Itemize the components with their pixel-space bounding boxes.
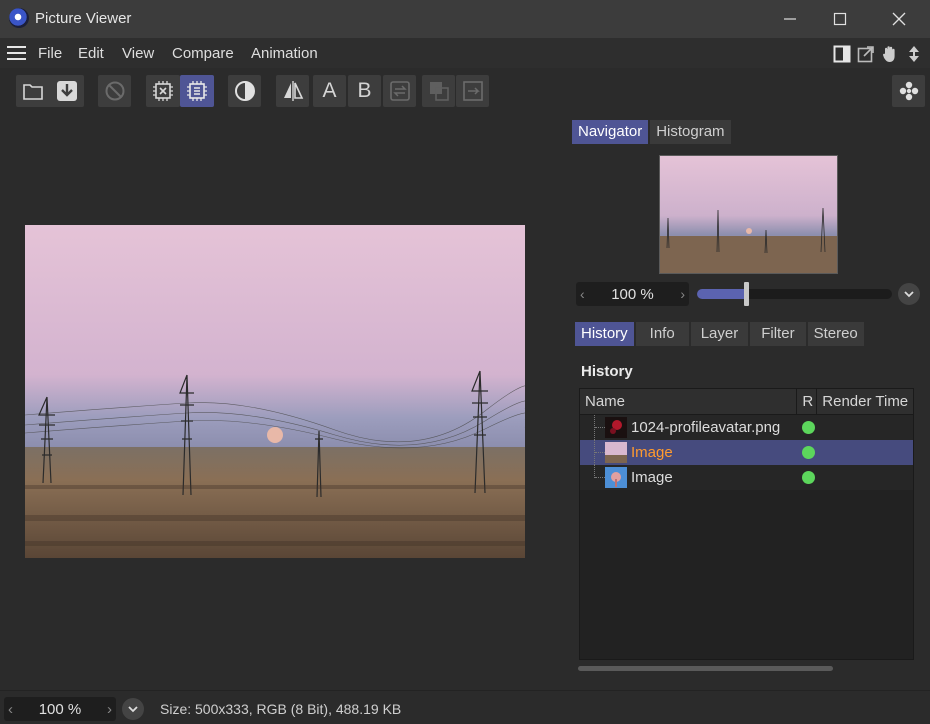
chevron-down-icon	[128, 706, 138, 713]
tab-histogram[interactable]: Histogram	[650, 120, 731, 144]
column-name[interactable]: Name	[580, 389, 798, 414]
navigator-zoom-field[interactable]: ‹ 100 % ›	[576, 282, 689, 306]
render-status-dot	[802, 471, 815, 484]
layers-icon	[429, 82, 449, 101]
swap-icon	[389, 81, 410, 101]
tab-info[interactable]: Info	[635, 322, 689, 346]
history-table: Name R Render Time 1024-profileavatar.pn…	[579, 388, 914, 660]
hamburger-menu-icon[interactable]	[7, 46, 26, 60]
maximize-button[interactable]	[817, 0, 863, 38]
window-title: Picture Viewer	[35, 10, 132, 27]
menu-edit[interactable]: Edit	[78, 45, 104, 62]
navigator-preview[interactable]	[659, 155, 838, 274]
zoom-slider[interactable]	[697, 282, 892, 306]
zoom-increase-icon[interactable]: ›	[680, 286, 685, 302]
minimize-icon	[784, 18, 796, 20]
table-row[interactable]: Image	[580, 440, 913, 465]
status-zoom-decrease-icon[interactable]: ‹	[8, 701, 13, 718]
history-horizontal-scrollbar[interactable]	[578, 666, 833, 671]
chip-x-icon	[153, 81, 173, 101]
open-folder-button[interactable]	[16, 80, 50, 102]
info-tabs: History Info Layer Filter Stereo	[575, 322, 864, 346]
nodes-icon	[899, 81, 918, 101]
menu-compare[interactable]: Compare	[172, 45, 234, 62]
close-button[interactable]	[876, 0, 922, 38]
tab-navigator[interactable]: Navigator	[572, 120, 649, 144]
app-logo-icon	[9, 8, 29, 28]
prohibit-icon	[105, 81, 124, 101]
menu-file[interactable]: File	[38, 45, 62, 62]
contrast-button[interactable]	[228, 75, 261, 107]
panel-layout-icon[interactable]	[832, 44, 852, 64]
letter-a-label: A	[322, 79, 337, 102]
minimize-button[interactable]	[767, 0, 813, 38]
navigator-options-button[interactable]	[898, 283, 920, 305]
menu-animation[interactable]: Animation	[251, 45, 318, 62]
history-heading: History	[581, 363, 633, 380]
close-icon	[892, 12, 906, 26]
column-r[interactable]: R	[797, 389, 818, 414]
export-button[interactable]	[456, 75, 489, 107]
save-button[interactable]	[50, 80, 84, 102]
table-row[interactable]: Image	[580, 465, 913, 490]
tab-history[interactable]: History	[575, 322, 634, 346]
split-compare-icon	[283, 81, 303, 101]
status-zoom-field[interactable]: ‹ 100 % ›	[4, 697, 116, 721]
render-active-button[interactable]	[180, 75, 214, 107]
tab-filter[interactable]: Filter	[750, 322, 806, 346]
table-row[interactable]: 1024-profileavatar.png	[580, 415, 913, 440]
zoom-slider-handle[interactable]	[743, 282, 749, 306]
tab-layer[interactable]: Layer	[690, 322, 749, 346]
rendered-image	[25, 225, 525, 558]
toolbar: A B	[0, 70, 930, 114]
status-zoom-increase-icon[interactable]: ›	[107, 701, 112, 718]
set-b-button[interactable]: B	[348, 75, 381, 107]
menu-view[interactable]: View	[122, 45, 154, 62]
maximize-icon	[833, 12, 847, 26]
swap-ab-button[interactable]	[383, 75, 416, 107]
render-status-dot	[802, 446, 815, 459]
set-a-button[interactable]: A	[313, 75, 346, 107]
zoom-slider-fill	[697, 289, 746, 299]
thumbnail-landscape	[605, 442, 627, 463]
table-header: Name R Render Time	[580, 389, 913, 415]
export-icon	[462, 81, 483, 101]
image-viewport[interactable]	[0, 114, 565, 688]
move-vertical-icon[interactable]	[904, 44, 924, 64]
zoom-decrease-icon[interactable]: ‹	[580, 286, 585, 302]
column-render-time[interactable]: Render Time	[817, 389, 913, 414]
history-item-name: Image	[631, 469, 673, 486]
thumbnail-avatar	[605, 417, 627, 438]
download-icon	[57, 81, 77, 101]
render-region-button[interactable]	[146, 75, 180, 107]
panel-tools	[832, 44, 924, 64]
image-info-text: Size: 500x333, RGB (8 Bit), 488.19 KB	[160, 701, 402, 717]
letter-b-label: B	[357, 79, 372, 102]
external-window-icon[interactable]	[856, 44, 876, 64]
contrast-icon	[234, 81, 255, 101]
history-item-name: 1024-profileavatar.png	[631, 419, 781, 436]
tab-stereo[interactable]: Stereo	[807, 322, 864, 346]
menu-bar: File Edit View Compare Animation	[0, 38, 930, 68]
compare-split-button[interactable]	[276, 75, 309, 107]
thumbnail-blue	[605, 467, 627, 488]
chevron-down-icon	[904, 291, 914, 298]
overlay-button[interactable]	[422, 75, 455, 107]
render-status-dot	[802, 421, 815, 434]
title-bar: Picture Viewer	[0, 0, 930, 38]
file-button-group	[16, 75, 84, 107]
navigator-zoom-value: 100 %	[611, 285, 654, 303]
history-item-name: Image	[631, 444, 673, 461]
stop-button[interactable]	[98, 75, 131, 107]
status-bar: ‹ 100 % › Size: 500x333, RGB (8 Bit), 48…	[0, 690, 930, 724]
status-zoom-value: 100 %	[38, 700, 82, 718]
status-zoom-dropdown-button[interactable]	[122, 698, 144, 720]
folder-icon	[23, 84, 43, 100]
hand-pan-icon[interactable]	[880, 44, 900, 64]
settings-node-button[interactable]	[892, 75, 925, 107]
chip-list-icon	[187, 81, 207, 101]
navigator-tabs: Navigator Histogram	[572, 120, 731, 144]
